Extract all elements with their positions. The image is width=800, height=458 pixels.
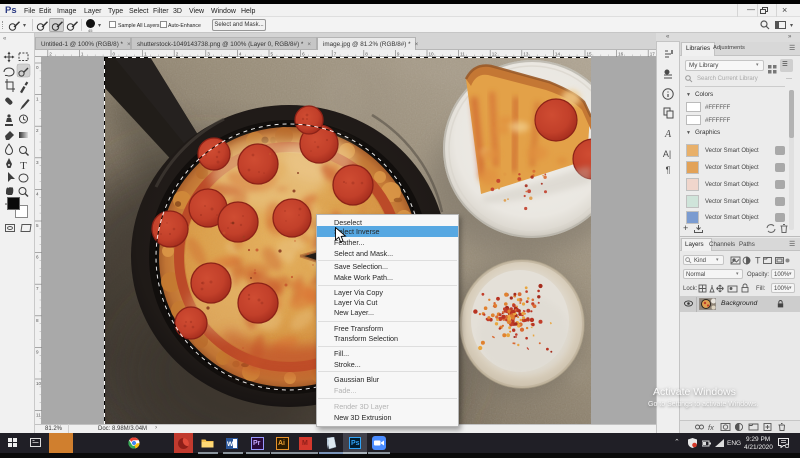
- svg-text:8: 8: [36, 318, 39, 323]
- svg-text:4: 4: [239, 52, 242, 57]
- svg-text:11: 11: [36, 413, 41, 418]
- svg-text:2: 2: [36, 128, 39, 133]
- svg-text:0: 0: [113, 52, 116, 57]
- svg-text:A|: A|: [663, 149, 671, 159]
- svg-text:7: 7: [334, 52, 337, 57]
- svg-text:13: 13: [523, 52, 529, 57]
- svg-text:6: 6: [36, 255, 39, 260]
- svg-text:2: 2: [176, 52, 179, 57]
- svg-text:5: 5: [271, 52, 274, 57]
- svg-text:11: 11: [460, 52, 465, 57]
- svg-text:5: 5: [36, 223, 39, 228]
- svg-text:12: 12: [492, 52, 498, 57]
- svg-text:8: 8: [365, 52, 368, 57]
- svg-text:0: 0: [36, 65, 39, 70]
- svg-text:10: 10: [429, 52, 435, 57]
- svg-text:3: 3: [207, 52, 210, 57]
- svg-text:fx: fx: [708, 423, 714, 432]
- svg-text:¶: ¶: [666, 165, 671, 175]
- svg-text:1: 1: [81, 52, 84, 57]
- svg-text:7: 7: [36, 286, 39, 291]
- svg-text:3: 3: [36, 160, 39, 165]
- svg-text:1: 1: [144, 52, 147, 57]
- svg-text:10: 10: [36, 381, 42, 386]
- svg-text:17: 17: [650, 52, 656, 57]
- svg-text:2: 2: [49, 52, 52, 57]
- svg-text:14: 14: [555, 52, 561, 57]
- svg-text:16: 16: [618, 52, 624, 57]
- svg-text:9: 9: [36, 349, 39, 354]
- svg-text:T: T: [755, 256, 761, 266]
- svg-text:4: 4: [36, 191, 39, 196]
- svg-text:T: T: [20, 160, 27, 172]
- svg-text:1: 1: [36, 97, 39, 102]
- svg-text:15: 15: [587, 52, 593, 57]
- svg-text:A: A: [664, 129, 672, 140]
- svg-text:9: 9: [397, 52, 400, 57]
- svg-text:6: 6: [302, 52, 305, 57]
